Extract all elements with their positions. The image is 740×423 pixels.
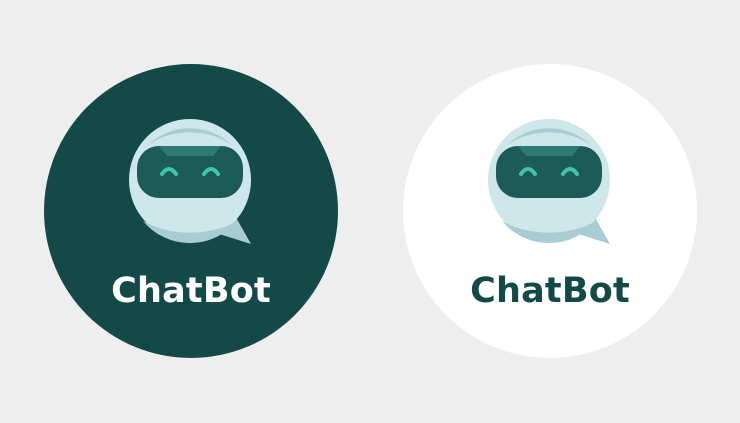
robot-chat-bubble-icon	[488, 119, 610, 244]
logo-title: ChatBot	[470, 271, 630, 311]
chatbot-logo-dark: ChatBot	[44, 64, 338, 358]
chatbot-logo-light: ChatBot	[403, 64, 697, 358]
robot-chat-bubble-icon	[129, 119, 251, 244]
logo-title: ChatBot	[111, 271, 271, 311]
